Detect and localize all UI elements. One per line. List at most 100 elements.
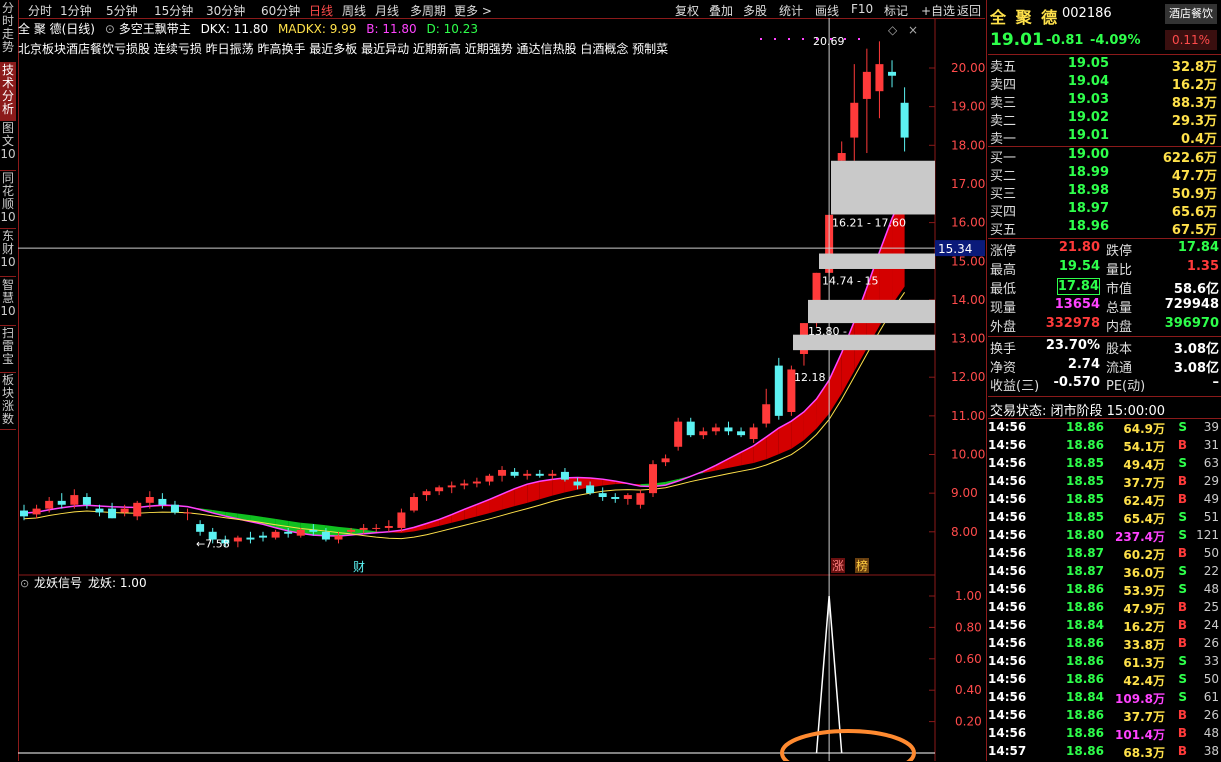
tick-time: 14:56 xyxy=(988,690,1026,704)
ask-row[interactable]: 卖五19.0532.8万 xyxy=(988,56,1221,74)
ask-price: 19.03 xyxy=(1068,92,1109,107)
stat-value: 17.84 xyxy=(1178,240,1219,255)
tick-row[interactable]: 14:5618.8637.7万B26 xyxy=(988,708,1221,726)
tick-volume: 65.4万 xyxy=(1123,510,1165,527)
tick-row[interactable]: 14:5618.8633.8万B26 xyxy=(988,636,1221,654)
tool-button-2[interactable]: 多股 xyxy=(743,2,767,19)
tick-volume: 42.4万 xyxy=(1123,672,1165,689)
ask-volume: 0.4万 xyxy=(1181,128,1217,147)
period-tab-7[interactable]: 周线 xyxy=(342,2,366,19)
tool-button-3[interactable]: 统计 xyxy=(779,2,803,19)
diamond-icon[interactable]: ◇ xyxy=(888,23,898,37)
low-price-label: ←7.58 xyxy=(196,537,230,550)
candle-body xyxy=(397,512,405,527)
tick-price: 18.86 xyxy=(1066,600,1104,614)
side-tab-3[interactable]: 同花顺10 xyxy=(0,170,16,229)
bid-row[interactable]: 买一19.00622.6万 xyxy=(988,147,1221,165)
ask-row[interactable]: 卖一19.010.4万 xyxy=(988,128,1221,146)
ribbon-segment xyxy=(540,479,553,499)
tick-row[interactable]: 14:5618.84109.8万S61 xyxy=(988,690,1221,708)
tick-row[interactable]: 14:5618.8549.4万S63 xyxy=(988,456,1221,474)
period-tab-3[interactable]: 15分钟 xyxy=(154,2,193,19)
tool-button-7[interactable]: +自选 xyxy=(921,2,955,19)
tick-row[interactable]: 14:5618.8562.4万B49 xyxy=(988,492,1221,510)
tick-row[interactable]: 14:5618.8642.4万S50 xyxy=(988,672,1221,690)
period-tab-2[interactable]: 5分钟 xyxy=(106,2,138,19)
period-tab-6[interactable]: 日线 xyxy=(309,2,333,19)
tick-row[interactable]: 14:5618.8537.7万B29 xyxy=(988,474,1221,492)
bid-row[interactable]: 买二18.9947.7万 xyxy=(988,165,1221,183)
period-tab-0[interactable]: 分时 xyxy=(28,2,52,19)
tick-row[interactable]: 14:5618.8736.0万S22 xyxy=(988,564,1221,582)
bid-row[interactable]: 买四18.9765.6万 xyxy=(988,201,1221,219)
tick-row[interactable]: 14:5618.8416.2万B24 xyxy=(988,618,1221,636)
tick-price: 18.86 xyxy=(1066,744,1104,758)
period-tab-5[interactable]: 60分钟 xyxy=(261,2,300,19)
sub-y-tick: 0.40 xyxy=(955,683,982,697)
period-tab-8[interactable]: 月线 xyxy=(375,2,399,19)
period-tab-9[interactable]: 多周期 xyxy=(410,2,446,19)
stock-code: 002186 xyxy=(1062,6,1112,21)
tick-count: 49 xyxy=(1204,492,1219,506)
side-tab-6[interactable]: 扫雷宝 xyxy=(0,325,16,373)
tick-row[interactable]: 14:5618.8565.4万S51 xyxy=(988,510,1221,528)
tick-row[interactable]: 14:5618.8664.9万S39 xyxy=(988,420,1221,438)
tick-row[interactable]: 14:5618.8647.9万B25 xyxy=(988,600,1221,618)
tick-row[interactable]: 14:5618.8661.3万S33 xyxy=(988,654,1221,672)
tick-price: 18.86 xyxy=(1066,582,1104,596)
tool-button-4[interactable]: 画线 xyxy=(815,2,839,19)
tick-row[interactable]: 14:5618.86101.4万B48 xyxy=(988,726,1221,744)
stat-label: 量比 xyxy=(1106,259,1132,278)
tick-row[interactable]: 14:5618.8760.2万B50 xyxy=(988,546,1221,564)
tick-row[interactable]: 14:5618.80237.4万S121 xyxy=(988,528,1221,546)
candle-body xyxy=(611,497,619,499)
side-tab-4[interactable]: 东财10 xyxy=(0,228,16,277)
candle-body xyxy=(762,404,770,423)
tick-count: 22 xyxy=(1204,564,1219,578)
side-tab-5[interactable]: 智慧10 xyxy=(0,277,16,326)
tick-volume: 37.7万 xyxy=(1123,474,1165,491)
bid-row[interactable]: 买五18.9667.5万 xyxy=(988,219,1221,237)
divider xyxy=(988,238,1221,239)
y-tick-label: 9.00 xyxy=(951,486,978,500)
tool-button-6[interactable]: 标记 xyxy=(884,2,908,19)
tick-side: S xyxy=(1178,672,1187,686)
side-tab-1[interactable]: 技术分析 xyxy=(0,62,16,121)
side-tab-2[interactable]: 图文10 xyxy=(0,120,16,171)
tool-button-1[interactable]: 叠加 xyxy=(709,2,733,19)
side-tab-0[interactable]: 分时走势 xyxy=(0,0,16,63)
period-tab-1[interactable]: 1分钟 xyxy=(60,2,92,19)
tick-side: B xyxy=(1178,618,1187,632)
candle-body xyxy=(146,497,154,503)
y-tick-label: 12.00 xyxy=(951,370,985,384)
stat-label: 市值 xyxy=(1106,278,1132,297)
close-icon[interactable]: × xyxy=(908,23,918,37)
candle-body xyxy=(435,487,443,491)
kline-chart[interactable]: 20.0019.0018.0017.0016.0015.0014.0013.00… xyxy=(18,18,988,761)
tick-row[interactable]: 14:5618.8653.9万S48 xyxy=(988,582,1221,600)
ask-price: 19.04 xyxy=(1068,74,1109,89)
tick-row[interactable]: 14:5618.8654.1万B31 xyxy=(988,438,1221,456)
tool-button-5[interactable]: F10 xyxy=(851,2,873,16)
tick-time: 14:57 xyxy=(988,744,1026,758)
ask-row[interactable]: 卖二19.0229.3万 xyxy=(988,110,1221,128)
bid-row[interactable]: 买三18.9850.9万 xyxy=(988,183,1221,201)
tick-side: B xyxy=(1178,744,1187,758)
bid-volume: 622.6万 xyxy=(1163,147,1217,166)
sector-tag-button[interactable]: 酒店餐饮 xyxy=(1165,4,1217,24)
candle-body xyxy=(410,497,418,511)
period-tab-10[interactable]: 更多 > xyxy=(454,2,492,19)
tool-button-0[interactable]: 复权 xyxy=(675,2,699,19)
tick-volume: 109.8万 xyxy=(1115,690,1165,707)
tick-volume: 62.4万 xyxy=(1123,492,1165,509)
stat-value: 21.80 xyxy=(1059,240,1100,255)
side-tab-7[interactable]: 板块涨数 xyxy=(0,372,16,430)
ask-row[interactable]: 卖三19.0388.3万 xyxy=(988,92,1221,110)
bid-price: 18.97 xyxy=(1068,201,1109,216)
ask-row[interactable]: 卖四19.0416.2万 xyxy=(988,74,1221,92)
tool-button-8[interactable]: 返回 xyxy=(957,2,981,19)
tick-row[interactable]: 14:5718.8668.3万B38 xyxy=(988,744,1221,762)
candle-body xyxy=(385,526,393,528)
bid-label: 买五 xyxy=(990,219,1016,238)
period-tab-4[interactable]: 30分钟 xyxy=(206,2,245,19)
